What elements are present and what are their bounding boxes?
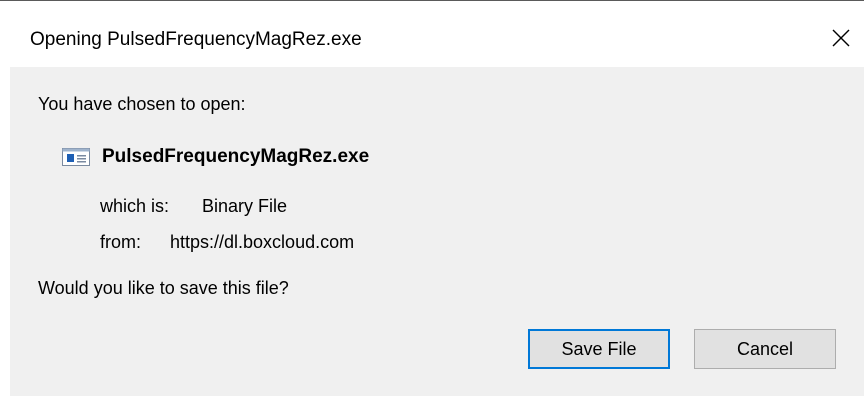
save-question: Would you like to save this file? bbox=[38, 278, 289, 298]
intro-text: You have chosen to open: bbox=[38, 94, 246, 114]
file-type-label: which is: bbox=[100, 196, 170, 216]
save-file-button[interactable]: Save File bbox=[528, 329, 670, 369]
download-dialog: Opening PulsedFrequencyMagRez.exe You ha… bbox=[0, 0, 864, 396]
close-button[interactable] bbox=[818, 15, 864, 61]
title-bar[interactable]: Opening PulsedFrequencyMagRez.exe bbox=[0, 1, 864, 67]
dialog-title: Opening PulsedFrequencyMagRez.exe bbox=[30, 29, 362, 50]
executable-file-icon bbox=[62, 148, 90, 166]
close-icon bbox=[832, 29, 850, 47]
dialog-content: You have chosen to open: PulsedFrequency… bbox=[10, 67, 864, 396]
cancel-button[interactable]: Cancel bbox=[694, 329, 836, 369]
file-name: PulsedFrequencyMagRez.exe bbox=[102, 146, 370, 167]
source-label: from: bbox=[100, 232, 142, 252]
file-type-value: Binary File bbox=[202, 196, 288, 216]
file-row: PulsedFrequencyMagRez.exe bbox=[62, 145, 369, 169]
source-url: https://dl.boxcloud.com bbox=[170, 232, 355, 252]
